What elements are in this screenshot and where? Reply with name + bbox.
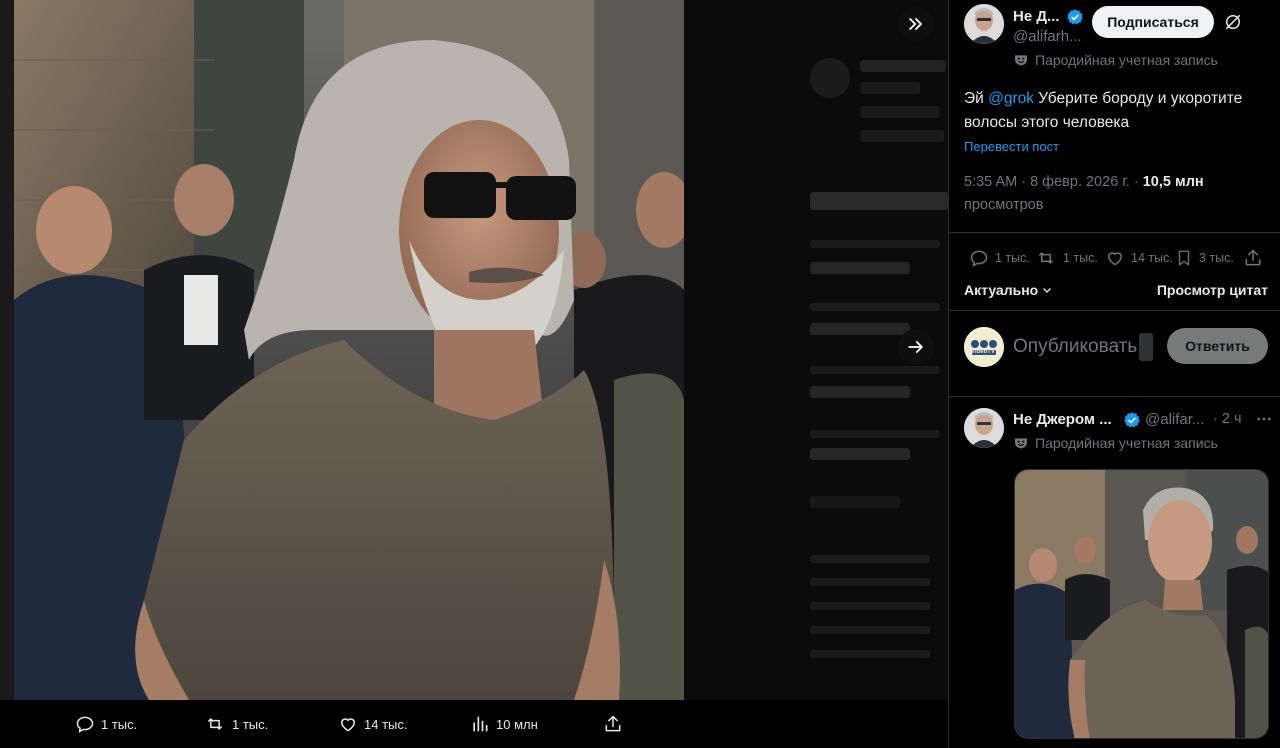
post-image-illustration	[14, 0, 684, 700]
reply-image[interactable]	[1014, 469, 1269, 739]
reply-parody-label-text: Пародийная учетная запись	[1035, 435, 1218, 451]
reply-icon	[970, 250, 988, 267]
author-handle[interactable]: @alifarh...	[1013, 28, 1082, 45]
repost-stat-button[interactable]: 1 тыс.	[1035, 248, 1098, 268]
views-icon	[473, 716, 488, 732]
reply-author-avatar-image	[964, 408, 1004, 448]
author-avatar-image	[964, 4, 1004, 44]
post-image[interactable]	[14, 0, 684, 700]
reply-parody-label: Пародийная учетная запись	[1013, 435, 1218, 451]
parody-label-text: Пародийная учетная запись	[1035, 52, 1218, 68]
background-left-edge	[0, 0, 14, 700]
media-like-count: 14 тыс.	[364, 716, 408, 732]
share-stat-button[interactable]	[1243, 248, 1263, 268]
media-views-count: 10 млн	[496, 716, 538, 732]
repost-count: 1 тыс.	[1063, 251, 1098, 265]
reply-stat-button[interactable]: 1 тыс.	[969, 248, 1030, 268]
media-share-button[interactable]	[603, 714, 623, 734]
views-count: 10,5 млн	[1142, 174, 1204, 190]
verified-icon	[1067, 9, 1083, 25]
media-repost-button[interactable]: 1 тыс.	[204, 714, 268, 734]
post-detail-panel: Не Д... @alifarh... Пародийная учетная з…	[948, 0, 1280, 748]
repost-icon	[1038, 252, 1054, 264]
current-user-avatar-text: VideoTV	[971, 349, 995, 355]
more-icon[interactable]	[1255, 410, 1273, 428]
grok-icon[interactable]	[1223, 12, 1243, 32]
parody-mask-icon	[1015, 438, 1027, 449]
like-count: 14 тыс.	[1131, 251, 1173, 265]
post-text: Эй @grok Уберите бороду и укоротите воло…	[964, 87, 1274, 135]
media-viewer: 1 тыс. 1 тыс. 14 тыс. 10 млн	[0, 0, 948, 748]
reply-image-illustration	[1015, 470, 1268, 738]
reply-input[interactable]	[1013, 333, 1155, 361]
composer-scroll-indicator[interactable]	[1139, 333, 1153, 361]
mention-link[interactable]: @grok	[988, 90, 1034, 107]
reply-author-avatar[interactable]	[964, 408, 1004, 448]
like-icon	[1107, 252, 1123, 266]
views-label: просмотров	[964, 197, 1044, 213]
current-user-avatar[interactable]	[964, 327, 1004, 367]
reply-submit-button[interactable]: Ответить	[1167, 328, 1268, 364]
collapse-icon	[909, 18, 922, 30]
author-name[interactable]: Не Д...	[1013, 8, 1060, 25]
media-action-bar: 1 тыс. 1 тыс. 14 тыс. 10 млн	[0, 700, 948, 748]
reply-time[interactable]: · 2 ч	[1213, 411, 1242, 427]
next-arrow-icon	[908, 341, 923, 353]
like-stat-button[interactable]: 14 тыс.	[1105, 248, 1173, 268]
post-text-start: Эй	[964, 90, 989, 107]
parody-mask-icon	[1015, 55, 1027, 66]
reply-count: 1 тыс.	[995, 251, 1030, 265]
bookmark-icon	[1178, 250, 1190, 266]
media-like-button[interactable]: 14 тыс.	[338, 714, 407, 734]
next-image-button[interactable]	[898, 329, 934, 365]
divider	[949, 310, 1280, 311]
post-timestamp[interactable]: 5:35 AM · 8 февр. 2026 г. ·	[964, 174, 1143, 190]
reply-author-handle[interactable]: @alifar...	[1145, 411, 1204, 428]
share-icon	[1245, 249, 1261, 266]
media-reply-count: 1 тыс.	[101, 716, 138, 732]
parody-label: Пародийная учетная запись	[1013, 52, 1218, 68]
view-quotes-link[interactable]: Просмотр цитат	[1157, 282, 1268, 298]
media-repost-count: 1 тыс.	[232, 716, 269, 732]
translate-post-link[interactable]: Перевести пост	[964, 139, 1059, 154]
sort-label: Актуально	[964, 282, 1039, 298]
repost-icon	[207, 718, 223, 730]
reply-icon	[76, 716, 94, 733]
bookmark-count: 3 тыс.	[1199, 251, 1234, 265]
current-user-avatar-image	[964, 327, 1004, 367]
collapse-panel-button[interactable]	[898, 6, 934, 42]
like-icon	[340, 718, 356, 732]
media-reply-button[interactable]: 1 тыс.	[75, 714, 137, 734]
author-avatar[interactable]	[964, 4, 1004, 44]
bookmark-stat-button[interactable]: 3 тыс.	[1175, 248, 1234, 268]
media-views-button[interactable]: 10 млн	[470, 714, 538, 734]
divider	[949, 232, 1280, 233]
reply-author-name[interactable]: Не Джером ...	[1013, 411, 1112, 428]
post-meta: 5:35 AM · 8 февр. 2026 г. · 10,5 млн	[964, 174, 1204, 190]
verified-icon	[1124, 412, 1140, 428]
follow-button[interactable]: Подписаться	[1092, 6, 1214, 38]
chevron-down-icon	[1043, 288, 1052, 293]
share-icon	[605, 715, 621, 732]
sort-replies-dropdown[interactable]: Актуально	[964, 282, 1053, 298]
divider	[949, 396, 1280, 397]
